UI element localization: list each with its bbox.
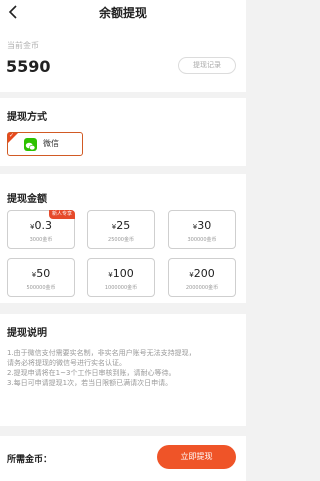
- amount-coins: 1000000金币: [104, 285, 138, 291]
- withdraw-record-button[interactable]: 提现记录: [178, 57, 236, 74]
- amount-value: ¥100: [108, 267, 134, 280]
- withdraw-notes-section: 提现说明 1.由于微信支付需要实名制，非实名用户账号无法支持提现， 请务必将提现…: [0, 314, 246, 426]
- amount-value: ¥50: [31, 267, 51, 280]
- new-user-badge: 新人专享: [48, 210, 75, 219]
- method-title: 提现方式: [7, 112, 47, 123]
- withdraw-method-section: 提现方式 ✓ 微信: [0, 98, 246, 166]
- amount-option[interactable]: ¥100 1000000金币: [87, 258, 155, 297]
- amount-coins: 25000金币: [108, 237, 134, 243]
- note-line: 1.由于微信支付需要实名制，非实名用户账号无法支持提现，: [7, 349, 196, 357]
- amount-coins: 3000金币: [29, 237, 53, 243]
- amount-coins: 500000金币: [26, 285, 56, 291]
- amount-coins: 300000金币: [187, 237, 217, 243]
- withdraw-now-button[interactable]: 立即提现: [157, 445, 236, 469]
- page-title: 余额提现: [98, 6, 147, 20]
- balance-value: 5590: [6, 57, 51, 76]
- note-line: 请务必将提现的微信号进行实名认证。: [7, 359, 126, 367]
- withdraw-amount-section: 提现金额 新人专享 ¥0.3 3000金币 ¥25 25000金币 ¥30 30…: [0, 174, 246, 303]
- wechat-icon: [24, 138, 37, 151]
- amount-option[interactable]: ¥25 25000金币: [87, 210, 155, 249]
- balance-label: 当前金币: [7, 41, 39, 50]
- required-coins-label: 所需金币：: [7, 455, 53, 465]
- amount-value: ¥25: [111, 219, 131, 232]
- amount-coins: 2000000金币: [185, 285, 219, 291]
- notes-text: 1.由于微信支付需要实名制，非实名用户账号无法支持提现， 请务必将提现的微信号进…: [7, 348, 239, 388]
- balance-section: 当前金币 5590 提现记录: [0, 26, 246, 92]
- amount-value: ¥0.3: [30, 219, 52, 232]
- amount-option[interactable]: ¥50 500000金币: [7, 258, 75, 297]
- amount-title: 提现金额: [7, 194, 47, 205]
- wechat-label: 微信: [43, 139, 59, 148]
- amount-option[interactable]: ¥30 300000金币: [168, 210, 236, 249]
- amount-option[interactable]: 新人专享 ¥0.3 3000金币: [7, 210, 75, 249]
- header-bar: 余额提现: [0, 0, 246, 26]
- notes-title: 提现说明: [7, 328, 47, 339]
- check-icon: ✓: [9, 132, 15, 139]
- note-line: 2.提现申请将在1~3个工作日审核到账，请耐心等待。: [7, 369, 176, 377]
- amount-value: ¥200: [189, 267, 215, 280]
- bottom-bar: 所需金币： 立即提现: [0, 436, 246, 481]
- wechat-option[interactable]: ✓ 微信: [7, 132, 83, 156]
- amount-value: ¥30: [192, 219, 212, 232]
- amount-option[interactable]: ¥200 2000000金币: [168, 258, 236, 297]
- note-line: 3.每日可申请提现1次，若当日限额已满请次日申请。: [7, 379, 173, 387]
